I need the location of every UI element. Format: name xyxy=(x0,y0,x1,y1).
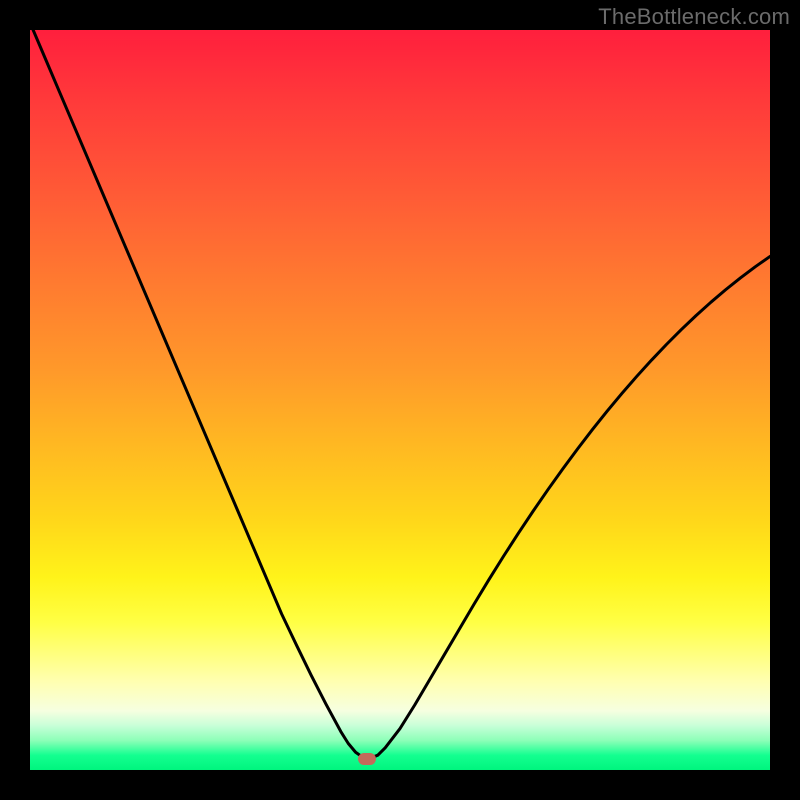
chart-frame: TheBottleneck.com xyxy=(0,0,800,800)
watermark-text: TheBottleneck.com xyxy=(598,4,790,30)
plot-area xyxy=(30,30,770,770)
bottleneck-curve xyxy=(30,30,770,759)
curve-svg xyxy=(30,30,770,770)
optimum-marker xyxy=(358,753,376,765)
